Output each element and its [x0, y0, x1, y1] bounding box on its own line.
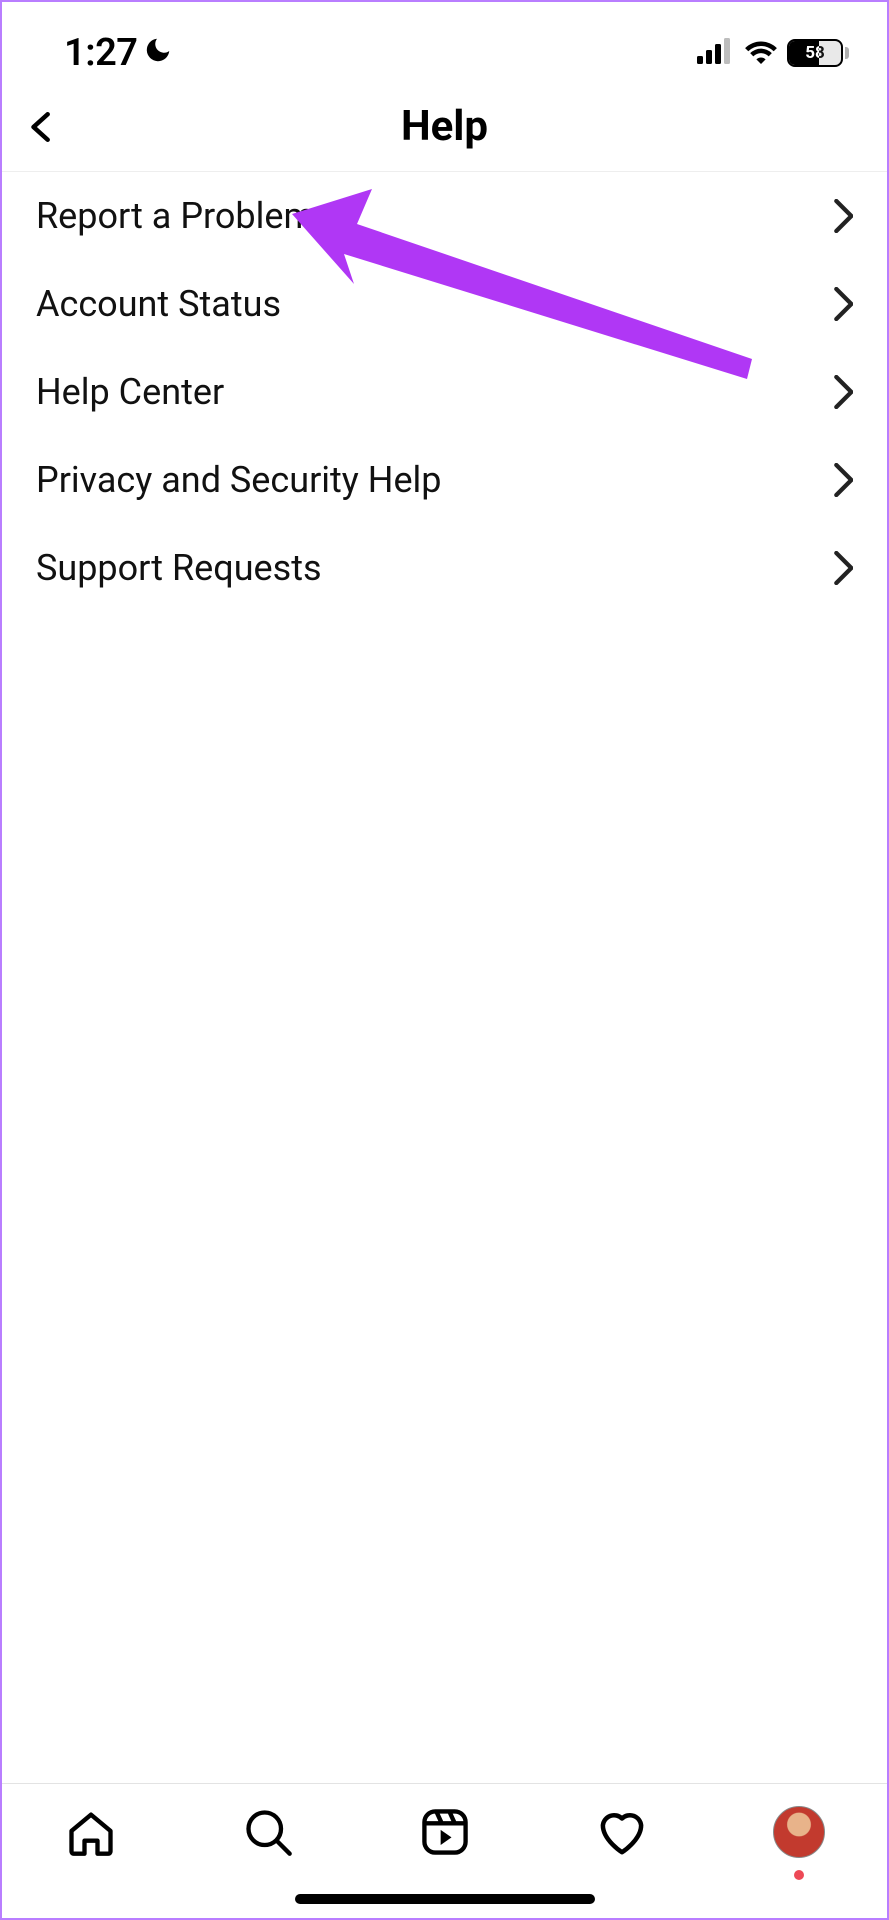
- reels-icon: [419, 1806, 471, 1858]
- page-title: Help: [401, 102, 488, 151]
- bottom-tab-bar: [2, 1783, 887, 1918]
- back-button[interactable]: [12, 97, 72, 157]
- do-not-disturb-icon: [143, 31, 173, 75]
- help-menu: Report a Problem Account Status Help Cen…: [2, 172, 887, 612]
- menu-item-help-center[interactable]: Help Center: [36, 348, 853, 436]
- page-header: Help: [2, 82, 887, 172]
- menu-item-report-a-problem[interactable]: Report a Problem: [36, 172, 853, 260]
- tab-home[interactable]: [51, 1802, 131, 1862]
- wifi-icon: [743, 38, 779, 68]
- menu-item-account-status[interactable]: Account Status: [36, 260, 853, 348]
- tab-reels[interactable]: [405, 1802, 485, 1862]
- tab-activity[interactable]: [582, 1802, 662, 1862]
- profile-avatar: [773, 1806, 825, 1858]
- search-icon: [242, 1806, 294, 1858]
- menu-item-label: Report a Problem: [36, 195, 315, 237]
- chevron-right-icon: [833, 375, 853, 409]
- heart-icon: [595, 1805, 649, 1859]
- home-icon: [65, 1806, 117, 1858]
- battery-icon: 58: [787, 39, 849, 67]
- chevron-left-icon: [25, 103, 59, 151]
- menu-item-support-requests[interactable]: Support Requests: [36, 524, 853, 612]
- chevron-right-icon: [833, 551, 853, 585]
- status-bar: 1:27 58: [2, 2, 887, 82]
- chevron-right-icon: [833, 287, 853, 321]
- menu-item-label: Account Status: [36, 283, 281, 325]
- status-time: 1:27: [64, 31, 137, 75]
- tab-profile[interactable]: [759, 1802, 839, 1862]
- tab-search[interactable]: [228, 1802, 308, 1862]
- cellular-signal-icon: [697, 38, 735, 68]
- home-indicator: [295, 1894, 595, 1904]
- status-icons: 58: [697, 38, 849, 68]
- status-time-block: 1:27: [64, 31, 173, 75]
- notification-dot-icon: [794, 1870, 804, 1880]
- chevron-right-icon: [833, 463, 853, 497]
- chevron-right-icon: [833, 199, 853, 233]
- battery-percent: 58: [789, 41, 841, 65]
- menu-item-label: Privacy and Security Help: [36, 459, 442, 501]
- menu-item-label: Help Center: [36, 371, 224, 413]
- menu-item-label: Support Requests: [36, 547, 322, 589]
- menu-item-privacy-security-help[interactable]: Privacy and Security Help: [36, 436, 853, 524]
